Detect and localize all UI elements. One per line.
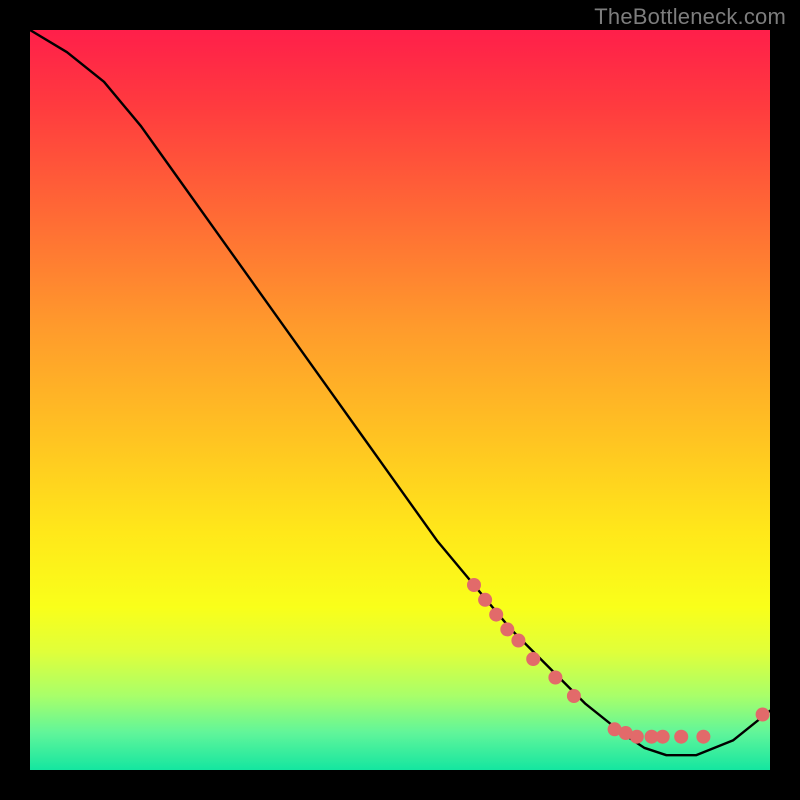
data-marker — [548, 671, 562, 685]
data-marker — [489, 608, 503, 622]
data-marker — [526, 652, 540, 666]
chart-frame: TheBottleneck.com — [0, 0, 800, 800]
data-marker — [500, 622, 514, 636]
data-marker — [656, 730, 670, 744]
data-markers-group — [467, 578, 770, 744]
data-marker — [674, 730, 688, 744]
data-marker — [696, 730, 710, 744]
data-marker — [567, 689, 581, 703]
data-marker — [511, 634, 525, 648]
watermark-text: TheBottleneck.com — [594, 4, 786, 30]
data-marker — [630, 730, 644, 744]
data-marker — [478, 593, 492, 607]
chart-svg — [30, 30, 770, 770]
data-marker — [467, 578, 481, 592]
data-marker — [756, 708, 770, 722]
plot-area — [30, 30, 770, 770]
bottleneck-curve — [30, 30, 770, 755]
